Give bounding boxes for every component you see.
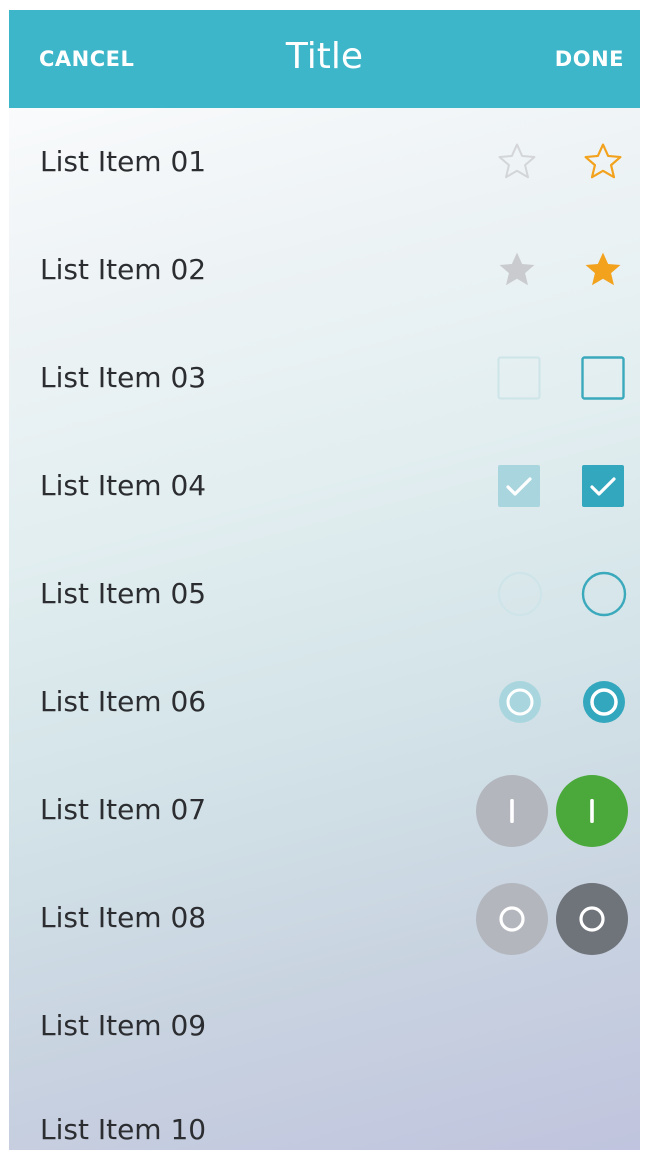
toggle-on-icon[interactable] [555, 774, 629, 848]
checkbox-unchecked [497, 356, 541, 400]
done-button[interactable]: DONE [555, 10, 624, 108]
list-item-label: List Item 10 [40, 1113, 207, 1146]
checkbox-unchecked[interactable] [581, 356, 625, 400]
star-filled-icon [495, 248, 539, 292]
screen: CANCEL Title DONE List Item 01 List Item… [9, 10, 640, 1150]
list-item[interactable]: List Item 08 [9, 864, 640, 972]
list-item-label: List Item 03 [40, 361, 207, 394]
list-item[interactable]: List Item 09 [9, 972, 640, 1080]
radio-selected[interactable] [581, 679, 627, 725]
toggle-on-icon [475, 774, 549, 848]
list-item[interactable]: List Item 05 [9, 540, 640, 648]
list-item-label: List Item 09 [40, 1009, 207, 1042]
list-item-label: List Item 07 [40, 793, 207, 826]
radio-selected [497, 679, 543, 725]
list-item[interactable]: List Item 03 [9, 324, 640, 432]
list-item[interactable]: List Item 07 [9, 756, 640, 864]
checkbox-checked[interactable] [581, 464, 625, 508]
cancel-button[interactable]: CANCEL [39, 10, 134, 108]
list-item[interactable]: List Item 02 [9, 216, 640, 324]
radio-unselected [497, 571, 543, 617]
list-item-label: List Item 06 [40, 685, 207, 718]
star-outline-icon [495, 140, 539, 184]
list-item[interactable]: List Item 10 [9, 1080, 640, 1150]
list-item-label: List Item 04 [40, 469, 207, 502]
checkbox-checked [497, 464, 541, 508]
toggle-off-icon [475, 882, 549, 956]
list-item[interactable]: List Item 06 [9, 648, 640, 756]
item-list: List Item 01 List Item 02 List Item 03 L… [9, 108, 640, 1150]
radio-unselected[interactable] [581, 571, 627, 617]
list-item-label: List Item 01 [40, 145, 207, 178]
list-item-label: List Item 05 [40, 577, 207, 610]
star-outline-icon[interactable] [581, 140, 625, 184]
star-filled-icon[interactable] [581, 248, 625, 292]
list-item-label: List Item 02 [40, 253, 207, 286]
list-item[interactable]: List Item 04 [9, 432, 640, 540]
list-item-label: List Item 08 [40, 901, 207, 934]
toggle-off-icon[interactable] [555, 882, 629, 956]
app-header: CANCEL Title DONE [9, 10, 640, 108]
list-item[interactable]: List Item 01 [9, 108, 640, 216]
